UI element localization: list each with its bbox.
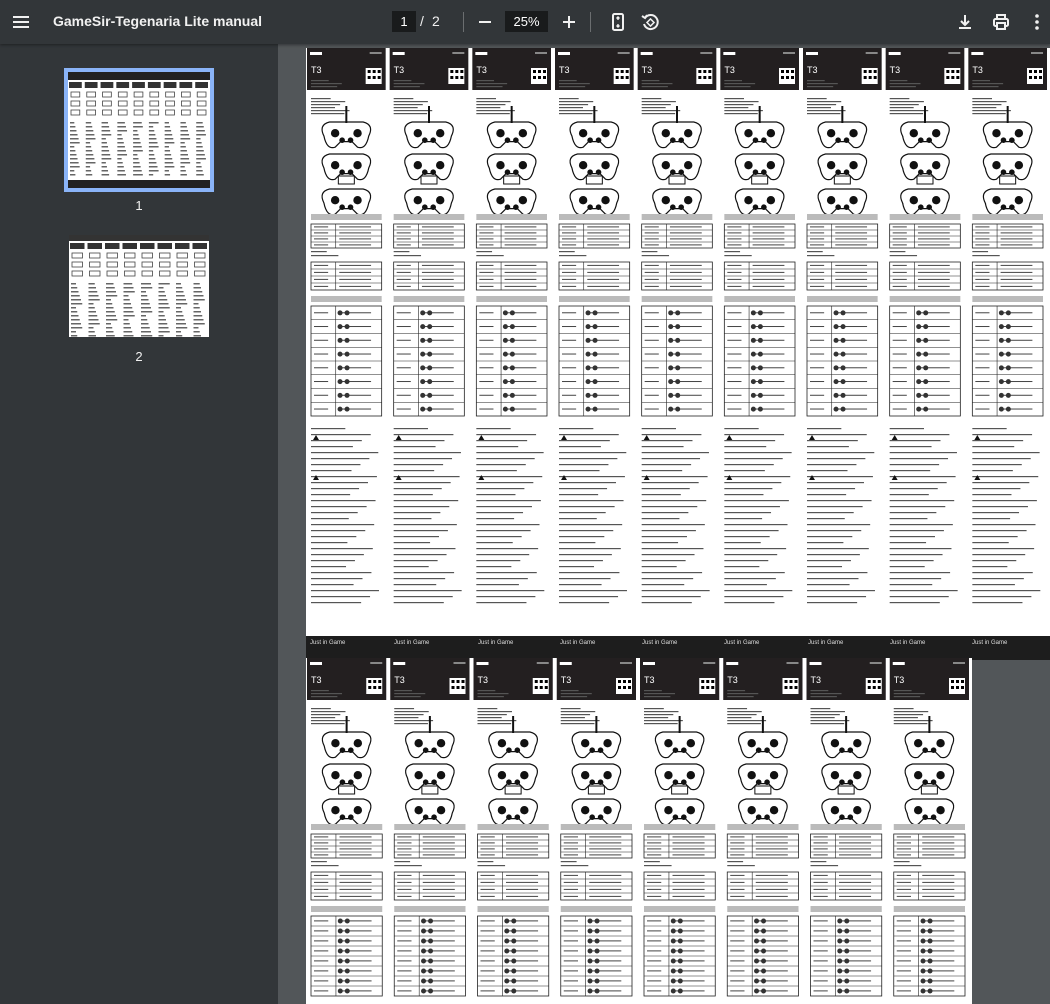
svg-text:T3: T3	[642, 65, 653, 75]
svg-text:T3: T3	[727, 675, 738, 685]
svg-text:T3: T3	[394, 675, 405, 685]
svg-text:T3: T3	[890, 65, 901, 75]
svg-text:T3: T3	[894, 675, 905, 685]
page-number-input[interactable]: 1	[392, 11, 416, 32]
print-button[interactable]	[985, 6, 1017, 38]
svg-text:T3: T3	[311, 675, 322, 685]
thumbnail-label-1: 1	[135, 198, 143, 213]
page-thumbnail-2[interactable]	[69, 235, 209, 337]
rotate-icon	[641, 14, 659, 31]
banner-slogan: Just in Game	[310, 640, 346, 646]
banner-slogan: Just in Game	[724, 640, 760, 646]
document-viewer[interactable]: T3 T3 T3 T3 T3 T3 T3 T3 T3 Just in Game Just in …	[278, 44, 1050, 1004]
svg-text:T3: T3	[478, 675, 489, 685]
zoom-out-button[interactable]	[469, 6, 501, 38]
fit-page-button[interactable]	[602, 6, 634, 38]
svg-text:T3: T3	[811, 675, 822, 685]
toolbar-divider	[463, 12, 464, 32]
toolbar-divider	[590, 12, 591, 32]
zoom-in-button[interactable]	[553, 6, 585, 38]
svg-text:T3: T3	[476, 65, 487, 75]
banner-slogan: Just in Game	[972, 640, 1008, 646]
minus-icon	[479, 21, 491, 23]
download-icon	[959, 15, 971, 29]
menu-icon	[13, 16, 29, 28]
total-pages: 2	[432, 13, 440, 29]
download-button[interactable]	[949, 6, 981, 38]
svg-text:T3: T3	[724, 65, 735, 75]
document-title: GameSir-Tegenaria Lite manual	[53, 13, 263, 29]
pdf-toolbar: GameSir-Tegenaria Lite manual 1 / 2 25%	[0, 0, 1050, 44]
fit-page-icon	[612, 13, 624, 31]
banner-slogan: Just in Game	[890, 640, 926, 646]
more-vert-icon	[1035, 14, 1039, 30]
svg-text:T3: T3	[644, 675, 655, 685]
pdf-page-1: T3 T3 T3 T3 T3 T3 T3 T3 T3	[306, 48, 1050, 636]
zoom-input[interactable]: 25%	[505, 11, 548, 32]
svg-text:T3: T3	[559, 65, 570, 75]
svg-text:T3: T3	[561, 675, 572, 685]
banner-slogan: Just in Game	[808, 640, 844, 646]
page-separator: /	[420, 13, 424, 29]
menu-button[interactable]	[5, 6, 37, 38]
banner-slogan: Just in Game	[394, 640, 430, 646]
thumbnail-sidebar: 1 2	[0, 44, 278, 1004]
thumbnail-label-2: 2	[135, 349, 143, 364]
page-1-content: T3 T3 T3 T3 T3 T3 T3 T3 T3	[307, 48, 1047, 604]
page-2-content: T3 T3 T3 T3 T3 T3 T3 T3	[307, 658, 969, 997]
page-2-thumbnail-image	[69, 235, 209, 337]
more-actions-button[interactable]	[1021, 6, 1050, 38]
svg-text:T3: T3	[807, 65, 818, 75]
print-icon	[993, 14, 1009, 30]
plus-icon	[563, 16, 575, 28]
page-footer-banner: Just in Game Just in Game Just in Game J…	[306, 636, 1050, 660]
pdf-page-2: T3 T3 T3 T3 T3 T3 T3 T3	[306, 658, 972, 1004]
svg-text:T3: T3	[311, 65, 322, 75]
banner-slogan: Just in Game	[478, 640, 514, 646]
svg-text:T3: T3	[394, 65, 405, 75]
rotate-button[interactable]	[634, 6, 666, 38]
banner-slogan: Just in Game	[560, 640, 596, 646]
banner-slogan: Just in Game	[642, 640, 678, 646]
svg-text:T3: T3	[972, 65, 983, 75]
page-thumbnail-1[interactable]	[64, 68, 214, 192]
page-1-thumbnail-image	[68, 72, 210, 188]
